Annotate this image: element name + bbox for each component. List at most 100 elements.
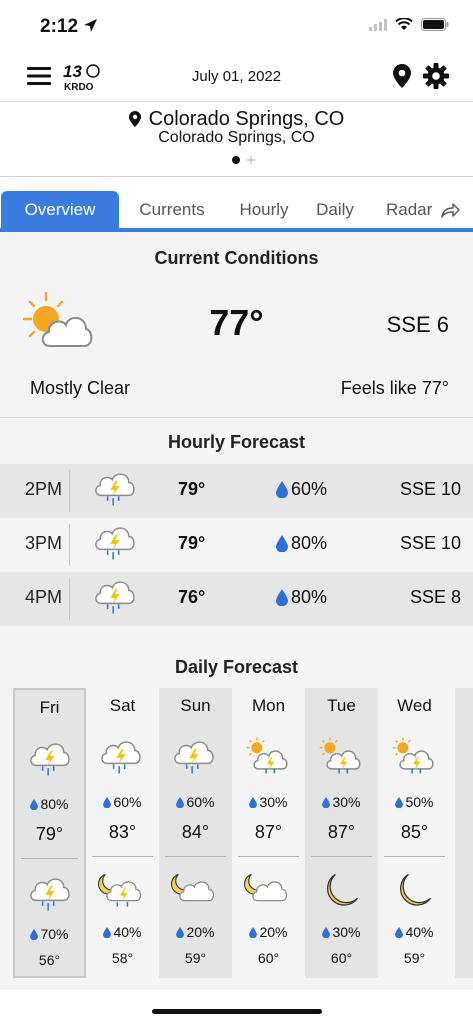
night-precip-value: 70% xyxy=(40,926,69,942)
hourly-precip: 80% xyxy=(291,533,328,553)
daily-column-sun[interactable]: Sun 60% 84° 20% 59° xyxy=(159,688,232,978)
app-header: 13 KRDO July 01, 2022 xyxy=(0,52,473,100)
night-precip: 70% xyxy=(15,926,84,942)
day-name: Fri xyxy=(39,698,60,717)
day-precip: 30% xyxy=(305,794,378,810)
hourly-separator xyxy=(69,578,70,620)
raindrop-icon xyxy=(30,799,38,810)
raindrop-icon xyxy=(276,481,288,498)
thunderstorm-icon xyxy=(92,466,138,510)
tab-radar[interactable]: Radar xyxy=(373,191,473,228)
daily-column-fri[interactable]: Fri 80% 79° 70% 56° xyxy=(13,688,86,978)
location-pin-small-icon xyxy=(128,111,141,127)
raindrop-icon xyxy=(249,797,257,808)
thunderstorm-icon xyxy=(171,734,217,778)
current-conditions-title: Current Conditions xyxy=(154,248,319,268)
day-high: 87° xyxy=(327,822,356,842)
tab-daily[interactable]: Daily xyxy=(306,191,364,228)
raindrop-icon xyxy=(103,927,111,938)
day-low: 59° xyxy=(403,950,426,966)
day-low: 58° xyxy=(111,950,134,966)
hourly-precip: 60% xyxy=(291,479,328,499)
raindrop-icon xyxy=(176,927,184,938)
day-precip-value: 60% xyxy=(186,794,215,810)
hourly-temp: 79° xyxy=(178,533,206,553)
sun-thunderstorm-icon xyxy=(317,734,363,778)
day-low: 59° xyxy=(184,950,207,966)
share-arrow-icon xyxy=(441,203,460,218)
daily-column-mon[interactable]: Mon 30% 87° 20% 60° xyxy=(232,688,305,978)
raindrop-icon xyxy=(276,535,288,552)
signal-icon xyxy=(369,18,387,31)
day-night-divider xyxy=(21,858,78,859)
hourly-row[interactable]: 2PM 79° 60% SSE 10 xyxy=(0,464,473,518)
hourly-temp: 79° xyxy=(178,479,206,499)
location-title-text: Colorado Springs, CO xyxy=(148,108,345,130)
night-precip-value: 20% xyxy=(259,924,288,940)
day-night-divider xyxy=(238,856,299,857)
tab-currents[interactable]: Currents xyxy=(124,191,220,228)
raindrop-icon xyxy=(30,929,38,940)
sun-thunderstorm-icon xyxy=(390,734,436,778)
raindrop-icon xyxy=(249,927,257,938)
location-block[interactable]: Colorado Springs, CO Colorado Springs, C… xyxy=(0,103,473,175)
hourly-row[interactable]: 3PM 79° 80% SSE 10 xyxy=(0,518,473,572)
night-precip: 30% xyxy=(305,924,378,940)
raindrop-icon xyxy=(322,927,330,938)
moon-cloud-icon xyxy=(244,869,290,913)
hourly-separator xyxy=(69,470,70,512)
night-precip: 40% xyxy=(378,924,451,940)
daily-column-tue[interactable]: Tue 30% 87° 30% 60° xyxy=(305,688,378,978)
thunderstorm-icon xyxy=(27,871,73,915)
night-precip-value: 40% xyxy=(113,924,142,940)
current-wind: SSE 6 xyxy=(386,312,449,337)
day-night-divider xyxy=(311,856,372,857)
tab-overview[interactable]: Overview xyxy=(1,191,119,228)
day-night-divider xyxy=(384,856,445,857)
day-precip: 60% xyxy=(86,794,159,810)
day-precip: 80% xyxy=(15,796,84,812)
tab-hourly[interactable]: Hourly xyxy=(226,191,302,228)
day-low: 60° xyxy=(330,950,353,966)
location-subtitle: Colorado Springs, CO xyxy=(158,129,315,146)
page-indicator[interactable] xyxy=(231,155,257,165)
hourly-time: 4PM xyxy=(24,587,62,607)
day-high: 79° xyxy=(35,824,64,844)
status-indicators xyxy=(369,18,449,31)
thunderstorm-icon xyxy=(92,520,138,564)
daily-column-wed[interactable]: Wed 50% 85° 40% 59° xyxy=(378,688,451,978)
day-precip: 60% xyxy=(159,794,232,810)
hourly-wind: SSE 10 xyxy=(399,479,461,499)
hourly-temp: 76° xyxy=(178,587,206,607)
day-precip-value: 50% xyxy=(405,794,434,810)
day-low: 60° xyxy=(257,950,280,966)
thunderstorm-icon xyxy=(98,734,144,778)
day-night-divider xyxy=(165,856,226,857)
home-indicator[interactable] xyxy=(152,1009,322,1014)
daily-forecast-panel: Daily Forecast Fri 80% 79° 70% 56° Sat 6… xyxy=(0,644,473,990)
night-precip: 20% xyxy=(232,924,305,940)
day-precip-value: 30% xyxy=(259,794,288,810)
day-precip: 30% xyxy=(232,794,305,810)
day-high: 83° xyxy=(108,822,137,842)
hourly-time: 3PM xyxy=(24,533,62,553)
night-precip-value: 20% xyxy=(186,924,215,940)
day-high: 84° xyxy=(181,822,210,842)
tab-radar-label: Radar xyxy=(385,200,433,219)
day-low: 56° xyxy=(38,952,61,968)
status-time: 2:12 xyxy=(40,16,79,37)
tab-bar: Overview Currents Hourly Daily Radar xyxy=(0,191,473,232)
feels-like: Feels like 77° xyxy=(340,378,449,398)
day-name: Wed xyxy=(397,696,432,715)
hourly-row[interactable]: 4PM 76° 80% SSE 8 xyxy=(0,572,473,626)
raindrop-icon xyxy=(395,797,403,808)
day-high: 85° xyxy=(400,822,429,842)
raindrop-icon xyxy=(276,589,288,606)
hourly-forecast-title: Hourly Forecast xyxy=(167,432,306,452)
location-pin-icon[interactable] xyxy=(393,64,411,88)
daily-column-next-peek[interactable] xyxy=(455,688,473,978)
settings-gear-icon[interactable] xyxy=(423,63,449,89)
wifi-icon xyxy=(395,18,413,30)
daily-column-sat[interactable]: Sat 60% 83° 40% 58° xyxy=(86,688,159,978)
hourly-separator xyxy=(69,524,70,566)
